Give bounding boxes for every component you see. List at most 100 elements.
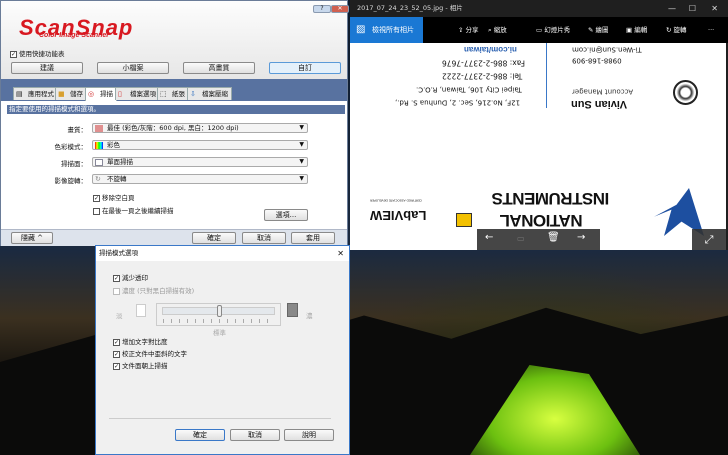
- correct-skew-checkbox[interactable]: ✓ 校正文件中歪斜的文字: [113, 348, 187, 358]
- quick-menu-checkbox[interactable]: ✓ 使用快捷功能表: [10, 48, 65, 58]
- view-all-photos-button[interactable]: ▨ 檢視所有相片: [350, 17, 423, 43]
- dark-page-icon: [287, 303, 298, 317]
- card-web: ni.com/taiwan: [464, 45, 517, 54]
- hide-button[interactable]: 隱藏 ^: [11, 232, 53, 244]
- dialog-cancel-button[interactable]: 取消: [230, 429, 280, 441]
- preset-recommended[interactable]: 建議: [11, 62, 83, 74]
- slideshow-icon: ▭: [536, 26, 545, 34]
- card-email: Ti-Wen.Sun@ni.com: [572, 45, 642, 54]
- cancel-button[interactable]: 取消: [242, 232, 286, 244]
- divider: [109, 418, 331, 419]
- photos-window: 2017_07_24_23_52_05.jpg - 相片 — ☐ ✕ ▨ 檢視所有…: [350, 0, 728, 250]
- remove-blank-checkbox[interactable]: ✓ 移除空白頁: [93, 192, 135, 202]
- photos-toolbar: ▨ 檢視所有相片 ⇪ 分享 ⌕ 縮放 ▭ 幻燈片秀 ✎ 繪圖 ▣ 編輯 ↻ 旋轉 …: [350, 17, 728, 43]
- card-fax: Fax: 886-2-2377-7676: [442, 58, 525, 68]
- section-header: 指定要使用的掃描模式和選項。: [7, 105, 345, 114]
- reduce-bleed-checkbox[interactable]: ✓ 減少透印: [113, 272, 148, 282]
- close-button[interactable]: ✕: [331, 5, 349, 13]
- rotate-button[interactable]: ↻ 旋轉: [666, 17, 687, 43]
- tab-compression[interactable]: ⇩ 檔案壓縮: [187, 87, 232, 100]
- photo-nav-bar: ← ▭ 🗑 →: [477, 229, 600, 250]
- page-icon: [95, 159, 103, 166]
- rotate-icon: ↻: [95, 175, 101, 183]
- chevron-down-icon: ▼: [299, 124, 304, 131]
- tab-scan[interactable]: ◎ 掃描: [85, 87, 117, 101]
- color-mode-select[interactable]: 彩色 ▼: [92, 140, 308, 150]
- options-button[interactable]: 選項...: [264, 209, 308, 221]
- seal-icon: [673, 80, 698, 105]
- light-page-icon: [136, 304, 146, 317]
- chevron-down-icon: ▼: [299, 175, 304, 182]
- maximize-icon[interactable]: ☐: [689, 0, 696, 17]
- delete-icon[interactable]: 🗑: [547, 232, 560, 243]
- dark-label: 濃: [306, 312, 313, 320]
- file-icon: ▯: [118, 90, 122, 98]
- labview-icon: [456, 213, 472, 227]
- text-contrast-checkbox[interactable]: ✓ 增加文字對比度: [113, 336, 168, 346]
- density-checkbox[interactable]: 濃度 (只對黑白掃描有效): [113, 285, 194, 295]
- minimize-icon[interactable]: —: [668, 0, 676, 17]
- photos-title: 2017_07_24_23_52_05.jpg - 相片: [357, 4, 463, 12]
- color-mode-label: 色彩模式：: [54, 143, 88, 151]
- zoom-button[interactable]: ⌕ 縮放: [488, 17, 507, 43]
- more-button[interactable]: ···: [708, 17, 714, 43]
- tab-file-options[interactable]: ▯ 檔案選項: [115, 87, 160, 100]
- scansnap-header: ScanSnap Color Image Scanner ? ✕ ✓ 使用快捷功能…: [1, 1, 349, 79]
- quick-menu-label: 使用快捷功能表: [19, 50, 65, 58]
- density-slider[interactable]: [156, 303, 281, 326]
- edit-icon: ▣: [626, 26, 635, 34]
- scansnap-logo-sub: Color Image Scanner: [39, 32, 110, 39]
- preset-small-file[interactable]: 小檔案: [97, 62, 169, 74]
- share-button[interactable]: ⇪ 分享: [458, 17, 479, 43]
- photos-titlebar: 2017_07_24_23_52_05.jpg - 相片 — ☐ ✕: [350, 0, 728, 17]
- dialog-ok-button[interactable]: 確定: [175, 429, 225, 441]
- card-role: Account Manager: [572, 87, 634, 96]
- close-icon[interactable]: ✕: [337, 246, 344, 261]
- card-mobile: 0988-168-909: [572, 56, 622, 65]
- slideshow-button[interactable]: ▭ 幻燈片秀: [536, 17, 570, 43]
- business-card-photo: Vivian Sun Account Manager 0988-168-909 …: [350, 43, 726, 250]
- quality-select[interactable]: 最佳 (彩色/灰階：600 dpi, 黑白：1200 dpi) ▼: [92, 123, 308, 133]
- draw-button[interactable]: ✎ 繪圖: [588, 17, 609, 43]
- dialog-titlebar: 掃描模式選項 ✕: [96, 246, 349, 261]
- preset-high-quality[interactable]: 高畫質: [183, 62, 255, 74]
- card-tel: Tel: 886-2-2377-2222: [442, 71, 523, 81]
- card-labview-sub: CERTIFIED ASSOCIATE DEVELOPER: [370, 198, 422, 203]
- bottom-bar: 隱藏 ^ 確定 取消 套用: [1, 229, 347, 246]
- application-icon: ▤: [16, 90, 23, 98]
- card-address-2: Taipei City 106, Taiwan, R.O.C.: [416, 85, 522, 94]
- preset-custom[interactable]: 自訂: [269, 62, 341, 74]
- ok-button[interactable]: 確定: [192, 232, 236, 244]
- card-brand-instruments: INSTRUMENTS: [492, 189, 610, 208]
- help-button[interactable]: ?: [313, 5, 331, 13]
- pen-icon: ✎: [588, 26, 596, 34]
- tab-application[interactable]: ▤ 應用程式: [13, 87, 58, 100]
- quality-label: 畫質：: [67, 126, 88, 134]
- color-icon: [95, 142, 103, 149]
- light-label: 淡: [116, 312, 123, 320]
- slider-thumb[interactable]: [217, 305, 222, 317]
- tab-paper[interactable]: ⬚ 紙張: [157, 87, 189, 100]
- face-up-checkbox[interactable]: ✓ 文件面朝上掃描: [113, 360, 168, 370]
- next-arrow-icon[interactable]: →: [577, 232, 585, 243]
- chevron-down-icon: ▼: [299, 158, 304, 165]
- dialog-help-button[interactable]: 說明: [284, 429, 334, 441]
- photo-icon: ▨: [356, 24, 366, 35]
- dialog-title: 掃描模式選項: [99, 249, 138, 257]
- edit-button[interactable]: ▣ 編輯: [626, 17, 647, 43]
- rotation-label: 影像旋轉：: [54, 177, 88, 185]
- tab-save[interactable]: ■ 儲存: [55, 87, 87, 100]
- scan-side-select[interactable]: 單面掃描 ▼: [92, 157, 308, 167]
- continue-scan-checkbox[interactable]: 在最後一頁之後繼續掃描: [93, 205, 174, 215]
- scan-target-icon: ◎: [88, 90, 95, 98]
- card-name: Vivian Sun: [571, 98, 628, 110]
- slideshow-icon[interactable]: ▭: [517, 234, 525, 243]
- close-icon[interactable]: ✕: [711, 0, 718, 17]
- rotation-select[interactable]: ↻ 不旋轉 ▼: [92, 174, 308, 184]
- chevron-down-icon: ▼: [299, 141, 304, 148]
- standard-label: 標準: [213, 329, 226, 337]
- fullscreen-icon[interactable]: ⤢: [692, 229, 726, 250]
- previous-arrow-icon[interactable]: ←: [485, 232, 493, 243]
- quality-icon: [95, 125, 103, 132]
- apply-button[interactable]: 套用: [291, 232, 335, 244]
